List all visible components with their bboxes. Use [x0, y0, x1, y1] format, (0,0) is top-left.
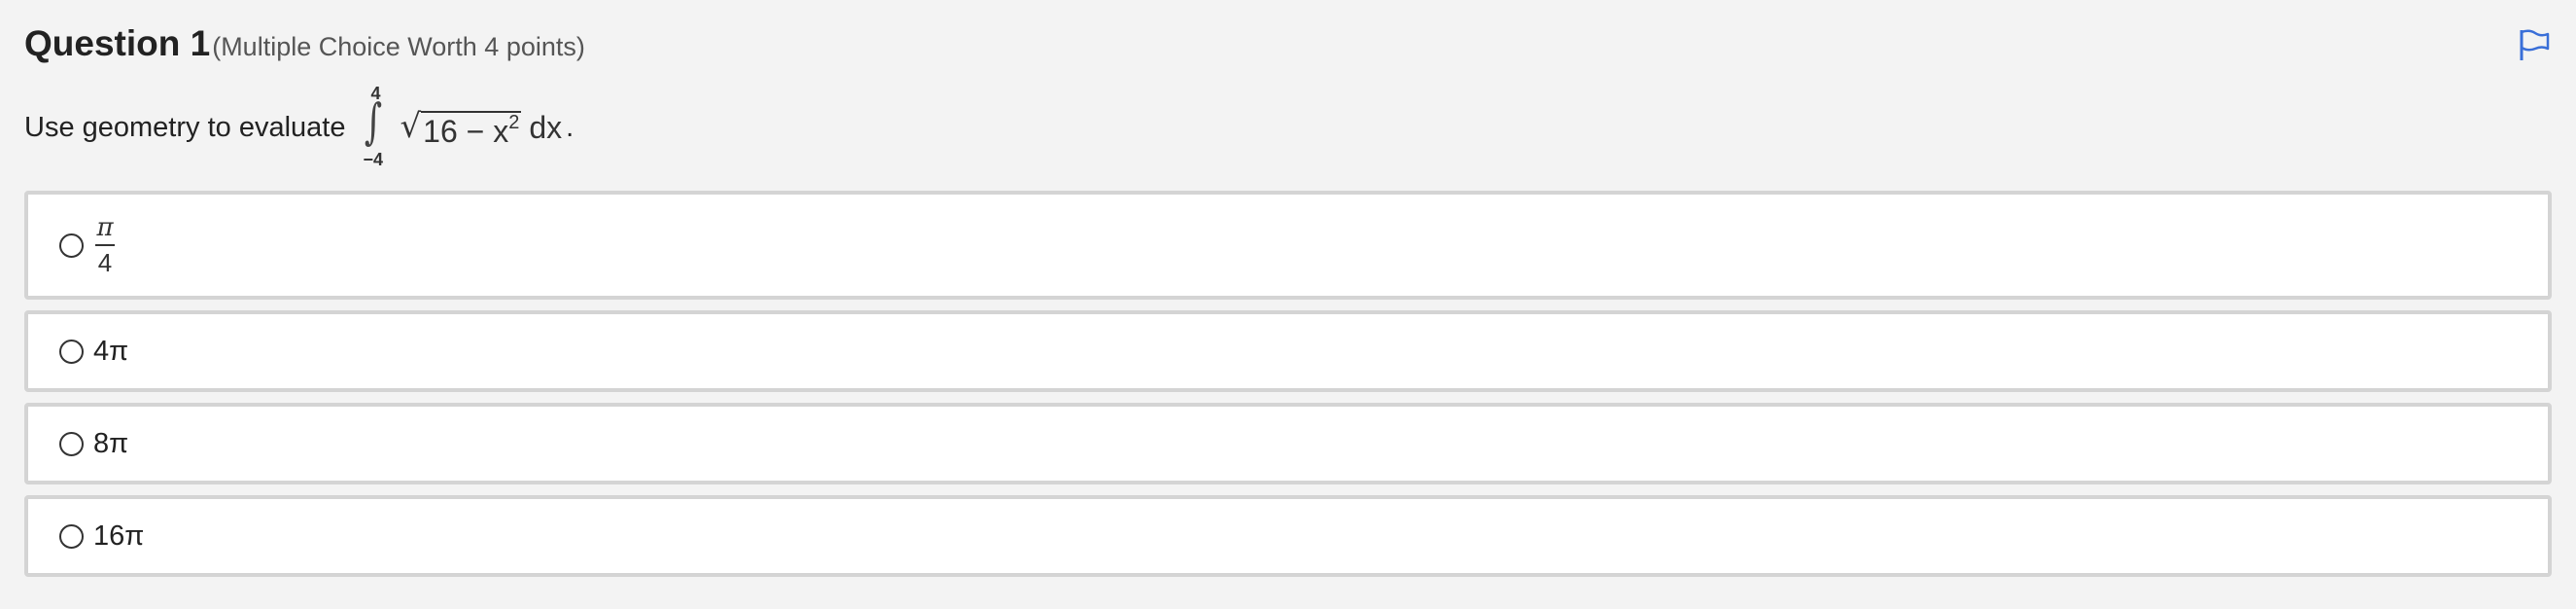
answer-option-1[interactable]: π 4 [24, 191, 2552, 300]
answer-option-4[interactable]: 16π [24, 495, 2552, 577]
option-label: 8π [93, 427, 129, 459]
question-title: Question 1 [24, 23, 211, 63]
square-root: √ 16 − x2 [400, 106, 522, 149]
radio-button[interactable] [59, 339, 84, 364]
radical-icon: √ [400, 106, 422, 146]
fraction: π 4 [95, 215, 115, 275]
prompt-text: Use geometry to evaluate [24, 111, 346, 143]
radicand: 16 − x2 [421, 110, 522, 149]
integral-sign-icon: ∫ [365, 93, 383, 150]
option-label: 4π [93, 335, 129, 367]
radicand-exponent: 2 [508, 111, 520, 133]
integral-symbol: 4 ∫ −4 [357, 84, 396, 171]
prompt-period: . [566, 111, 574, 143]
question-page: Question 1 (Multiple Choice Worth 4 poin… [0, 0, 2576, 609]
option-label: 16π [93, 519, 145, 552]
answer-option-2[interactable]: 4π [24, 310, 2552, 392]
question-meta: (Multiple Choice Worth 4 points) [212, 32, 585, 61]
fraction-numerator: π [96, 213, 114, 242]
lower-limit: −4 [363, 150, 383, 169]
radio-button[interactable] [59, 233, 84, 258]
differential: dx [529, 109, 563, 145]
radicand-base: 16 − x [423, 113, 509, 149]
fraction-denominator: 4 [97, 248, 113, 277]
question-prompt: Use geometry to evaluate 4 ∫ −4 √ 16 − x… [24, 84, 574, 171]
flag-icon[interactable] [2516, 27, 2551, 62]
answer-option-3[interactable]: 8π [24, 403, 2552, 484]
radio-button[interactable] [59, 523, 84, 549]
radio-button[interactable] [59, 431, 84, 456]
question-header: Question 1 (Multiple Choice Worth 4 poin… [24, 23, 585, 64]
